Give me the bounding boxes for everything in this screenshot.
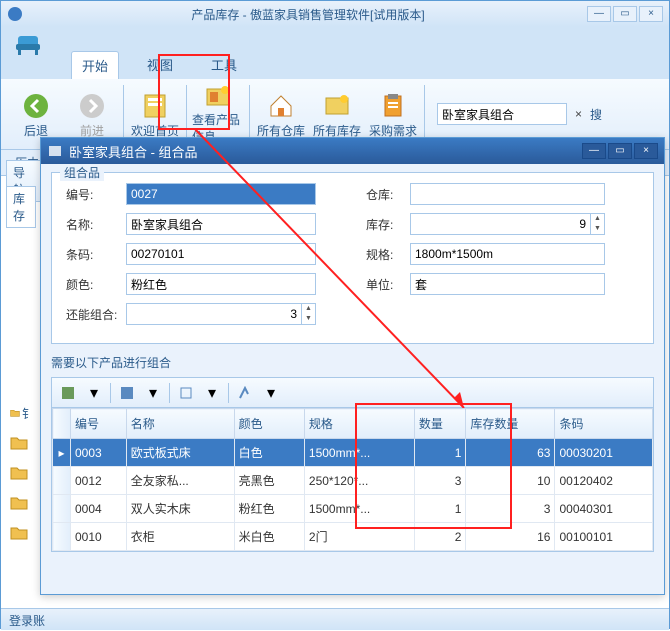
toolbar-btn-4[interactable] [235,383,255,403]
unit-field[interactable]: 套 [410,273,605,295]
dialog-title: 卧室家具组合 - 组合品 [69,142,582,161]
stock-panel-header[interactable]: 库存 [6,186,36,228]
search-input[interactable] [437,103,567,125]
tab-view[interactable]: 视图 [137,51,183,79]
toolbar-btn-1[interactable] [58,383,78,403]
window-title: 产品库存 - 傲蓝家具销售管理软件[试用版本] [29,6,587,23]
folder-item[interactable] [10,464,34,482]
dialog-close-button[interactable]: × [634,143,658,159]
toolbar-dropdown-icon[interactable]: ▾ [143,383,163,403]
home-button[interactable]: 欢迎首页 [128,83,182,145]
dialog-maximize-button[interactable]: ▭ [608,143,632,159]
close-button[interactable]: × [639,6,663,22]
forward-button[interactable]: 前进 [65,83,119,145]
toolbar-dropdown-icon[interactable]: ▾ [261,383,281,403]
toolbar-btn-3[interactable] [176,383,196,403]
sidebar-folders: 钅 [10,404,34,542]
forward-icon [76,90,108,122]
table-row[interactable]: 0010衣柜米白色2门21600100101 [53,523,653,551]
stock-icon [321,90,353,122]
spec-field[interactable]: 1800m*1500m [410,243,605,265]
cancombo-spinner[interactable]: 3▲▼ [126,303,316,325]
minimize-button[interactable]: — [587,6,611,22]
subproducts-table: 编号 名称 颜色 规格 数量 库存数量 条码 ▸0003欧式板式床白色1500m… [52,408,653,551]
purchase-button[interactable]: 采购需求 [366,83,420,145]
clear-search-icon[interactable]: × [571,107,586,121]
table-row[interactable]: 0012全友家私...亮黑色250*120*...31000120402 [53,467,653,495]
view-product-button[interactable]: 查看产品信息 [191,83,245,145]
folder-item[interactable] [10,524,34,542]
table-row[interactable]: ▸0003欧式板式床白色1500mm*...16300030201 [53,439,653,467]
toolbar-dropdown-icon[interactable]: ▾ [84,383,104,403]
main-titlebar: 产品库存 - 傲蓝家具销售管理软件[试用版本] — ▭ × [1,1,669,27]
spin-up-icon[interactable]: ▲ [591,214,604,224]
dialog-minimize-button[interactable]: — [582,143,606,159]
code-field[interactable]: 0027 [126,183,316,205]
folder-item[interactable] [10,494,34,512]
clipboard-icon [377,90,409,122]
back-icon [20,90,52,122]
warehouse-icon [265,90,297,122]
app-logo-icon [7,6,23,22]
all-stock-button[interactable]: 所有库存 [310,83,364,145]
all-warehouse-button[interactable]: 所有仓库 [254,83,308,145]
barcode-field[interactable]: 00270101 [126,243,316,265]
color-field[interactable]: 粉红色 [126,273,316,295]
app-chair-icon [7,29,49,59]
search-button[interactable]: 搜 [590,106,602,123]
warehouse-field[interactable] [410,183,605,205]
dialog-icon [47,143,63,159]
maximize-button[interactable]: ▭ [613,6,637,22]
product-combo-dialog: 卧室家具组合 - 组合品 — ▭ × 组合品 编号: 0027 仓库: 名称: … [40,137,665,595]
tab-tools[interactable]: 工具 [201,51,247,79]
dialog-titlebar: 卧室家具组合 - 组合品 — ▭ × [41,138,664,164]
stock-spinner[interactable]: 9▲▼ [410,213,605,235]
spin-up-icon[interactable]: ▲ [302,304,315,314]
home-icon [139,90,171,122]
folder-item[interactable] [10,434,34,452]
table-toolbar: ▾ ▾ ▾ ▾ [52,378,653,408]
spin-down-icon[interactable]: ▼ [302,314,315,324]
toolbar-btn-2[interactable] [117,383,137,403]
back-button[interactable]: 后退 [9,83,63,145]
toolbar-dropdown-icon[interactable]: ▾ [202,383,222,403]
name-field[interactable]: 卧室家具组合 [126,213,316,235]
folder-item[interactable]: 钅 [10,404,34,422]
combo-groupbox: 组合品 编号: 0027 仓库: 名称: 卧室家具组合 库存: 9▲▼ 条码: … [51,172,654,344]
status-bar: 登录账 [1,608,669,630]
view-product-icon [202,83,234,111]
table-row[interactable]: 0004双人实木床粉红色1500mm*...1300040301 [53,495,653,523]
subproducts-label: 需要以下产品进行组合 [51,354,654,371]
tab-start[interactable]: 开始 [71,51,119,79]
spin-down-icon[interactable]: ▼ [591,224,604,234]
